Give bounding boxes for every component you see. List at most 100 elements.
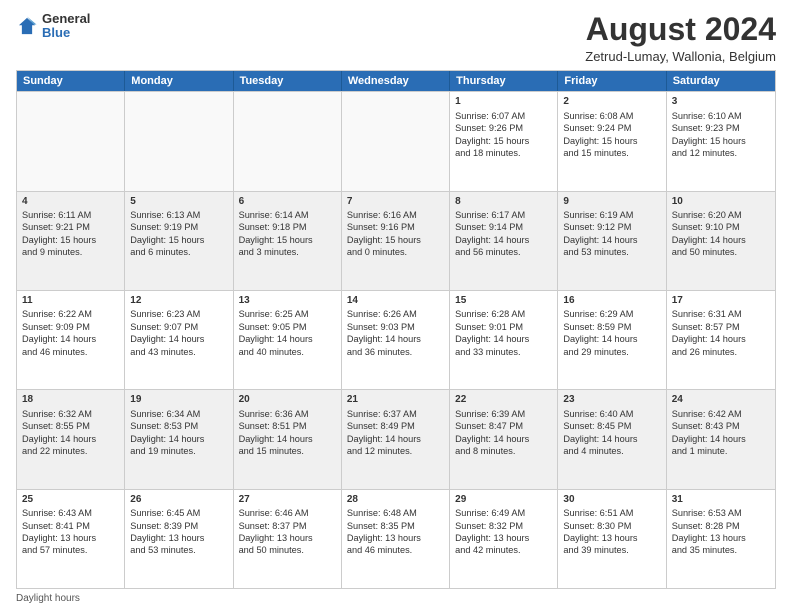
day-info: Sunrise: 6:51 AM Sunset: 8:30 PM Dayligh… [563, 508, 637, 555]
day-info: Sunrise: 6:40 AM Sunset: 8:45 PM Dayligh… [563, 409, 637, 456]
day-number: 12 [130, 294, 227, 308]
cal-cell-day-26: 26Sunrise: 6:45 AM Sunset: 8:39 PM Dayli… [125, 490, 233, 588]
cal-cell-day-19: 19 Sunrise: 6:34 AM Sunset: 8:53 PM Dayli… [125, 390, 233, 488]
cal-header-sunday: Sunday [17, 71, 125, 91]
cal-header-monday: Monday [125, 71, 233, 91]
day-info: Sunrise: 6:22 AM Sunset: 9:09 PM Dayligh… [22, 309, 96, 356]
day-number: 11 [22, 294, 119, 308]
cal-cell-day-12: 12Sunrise: 6:23 AM Sunset: 9:07 PM Dayli… [125, 291, 233, 389]
cal-week-4: 25Sunrise: 6:43 AM Sunset: 8:41 PM Dayli… [17, 489, 775, 588]
cal-cell-day-30: 30Sunrise: 6:51 AM Sunset: 8:30 PM Dayli… [558, 490, 666, 588]
day-info: Sunrise: 6:45 AM Sunset: 8:39 PM Dayligh… [130, 508, 204, 555]
logo-blue-label: Blue [42, 26, 90, 40]
cal-header-wednesday: Wednesday [342, 71, 450, 91]
day-info: Sunrise: 6:16 AM Sunset: 9:16 PM Dayligh… [347, 210, 421, 257]
day-info: Sunrise: 6:49 AM Sunset: 8:32 PM Dayligh… [455, 508, 529, 555]
cal-cell-day-8: 8Sunrise: 6:17 AM Sunset: 9:14 PM Daylig… [450, 192, 558, 290]
cal-header-tuesday: Tuesday [234, 71, 342, 91]
cal-cell-empty [342, 92, 450, 190]
logo: General Blue [16, 12, 90, 41]
cal-cell-day-5: 5Sunrise: 6:13 AM Sunset: 9:19 PM Daylig… [125, 192, 233, 290]
footer-note: Daylight hours [16, 593, 776, 604]
cal-cell-day-17: 17Sunrise: 6:31 AM Sunset: 8:57 PM Dayli… [667, 291, 775, 389]
day-info: Sunrise: 6:23 AM Sunset: 9:07 PM Dayligh… [130, 309, 204, 356]
page-title: August 2024 [585, 12, 776, 47]
day-number: 19 [130, 393, 227, 407]
cal-week-0: 1 Sunrise: 6:07 AM Sunset: 9:26 PM Daylig… [17, 91, 775, 190]
day-number: 26 [130, 493, 227, 507]
day-info: Sunrise: 6:32 AM Sunset: 8:55 PM Dayligh… [22, 409, 96, 456]
day-info: Sunrise: 6:07 AM Sunset: 9:26 PM Dayligh… [455, 111, 529, 158]
cal-cell-empty [234, 92, 342, 190]
day-number: 28 [347, 493, 444, 507]
day-number: 25 [22, 493, 119, 507]
cal-week-1: 4Sunrise: 6:11 AM Sunset: 9:21 PM Daylig… [17, 191, 775, 290]
calendar: SundayMondayTuesdayWednesdayThursdayFrid… [16, 70, 776, 589]
day-number: 2 [563, 95, 660, 109]
day-info: Sunrise: 6:29 AM Sunset: 8:59 PM Dayligh… [563, 309, 637, 356]
cal-week-3: 18 Sunrise: 6:32 AM Sunset: 8:55 PM Dayli… [17, 389, 775, 488]
day-number: 22 [455, 393, 552, 407]
day-number: 6 [239, 195, 336, 209]
day-info: Sunrise: 6:48 AM Sunset: 8:35 PM Dayligh… [347, 508, 421, 555]
day-info: Sunrise: 6:14 AM Sunset: 9:18 PM Dayligh… [239, 210, 313, 257]
day-number: 27 [239, 493, 336, 507]
day-number: 21 [347, 393, 444, 407]
calendar-header-row: SundayMondayTuesdayWednesdayThursdayFrid… [17, 71, 775, 91]
day-number: 8 [455, 195, 552, 209]
day-info: Sunrise: 6:37 AM Sunset: 8:49 PM Dayligh… [347, 409, 421, 456]
logo-general-label: General [42, 12, 90, 26]
day-number: 30 [563, 493, 660, 507]
day-number: 18 [22, 393, 119, 407]
day-info: Sunrise: 6:31 AM Sunset: 8:57 PM Dayligh… [672, 309, 746, 356]
day-number: 14 [347, 294, 444, 308]
cal-cell-day-7: 7Sunrise: 6:16 AM Sunset: 9:16 PM Daylig… [342, 192, 450, 290]
cal-cell-empty [125, 92, 233, 190]
cal-header-saturday: Saturday [667, 71, 775, 91]
page: General Blue August 2024 Zetrud-Lumay, W… [0, 0, 792, 612]
day-info: Sunrise: 6:39 AM Sunset: 8:47 PM Dayligh… [455, 409, 529, 456]
day-info: Sunrise: 6:19 AM Sunset: 9:12 PM Dayligh… [563, 210, 637, 257]
day-number: 7 [347, 195, 444, 209]
day-info: Sunrise: 6:36 AM Sunset: 8:51 PM Dayligh… [239, 409, 313, 456]
logo-text: General Blue [42, 12, 90, 41]
cal-cell-day-24: 24Sunrise: 6:42 AM Sunset: 8:43 PM Dayli… [667, 390, 775, 488]
day-info: Sunrise: 6:43 AM Sunset: 8:41 PM Dayligh… [22, 508, 96, 555]
cal-cell-day-16: 16Sunrise: 6:29 AM Sunset: 8:59 PM Dayli… [558, 291, 666, 389]
title-block: August 2024 Zetrud-Lumay, Wallonia, Belg… [585, 12, 776, 64]
cal-header-friday: Friday [558, 71, 666, 91]
day-number: 5 [130, 195, 227, 209]
day-number: 31 [672, 493, 770, 507]
cal-cell-day-23: 23Sunrise: 6:40 AM Sunset: 8:45 PM Dayli… [558, 390, 666, 488]
day-number: 4 [22, 195, 119, 209]
cal-cell-day-11: 11Sunrise: 6:22 AM Sunset: 9:09 PM Dayli… [17, 291, 125, 389]
day-info: Sunrise: 6:20 AM Sunset: 9:10 PM Dayligh… [672, 210, 746, 257]
day-info: Sunrise: 6:10 AM Sunset: 9:23 PM Dayligh… [672, 111, 746, 158]
cal-cell-day-1: 1 Sunrise: 6:07 AM Sunset: 9:26 PM Daylig… [450, 92, 558, 190]
day-number: 3 [672, 95, 770, 109]
cal-cell-day-13: 13Sunrise: 6:25 AM Sunset: 9:05 PM Dayli… [234, 291, 342, 389]
day-number: 17 [672, 294, 770, 308]
cal-cell-day-4: 4Sunrise: 6:11 AM Sunset: 9:21 PM Daylig… [17, 192, 125, 290]
day-number: 1 [455, 95, 552, 109]
cal-cell-day-27: 27Sunrise: 6:46 AM Sunset: 8:37 PM Dayli… [234, 490, 342, 588]
page-subtitle: Zetrud-Lumay, Wallonia, Belgium [585, 49, 776, 64]
cal-cell-empty [17, 92, 125, 190]
day-info: Sunrise: 6:08 AM Sunset: 9:24 PM Dayligh… [563, 111, 637, 158]
logo-icon [16, 15, 38, 37]
day-info: Sunrise: 6:34 AM Sunset: 8:53 PM Dayligh… [130, 409, 204, 456]
cal-cell-day-15: 15Sunrise: 6:28 AM Sunset: 9:01 PM Dayli… [450, 291, 558, 389]
day-number: 16 [563, 294, 660, 308]
day-number: 10 [672, 195, 770, 209]
cal-cell-day-18: 18 Sunrise: 6:32 AM Sunset: 8:55 PM Dayli… [17, 390, 125, 488]
cal-cell-day-10: 10Sunrise: 6:20 AM Sunset: 9:10 PM Dayli… [667, 192, 775, 290]
cal-cell-day-3: 3 Sunrise: 6:10 AM Sunset: 9:23 PM Daylig… [667, 92, 775, 190]
day-info: Sunrise: 6:42 AM Sunset: 8:43 PM Dayligh… [672, 409, 746, 456]
cal-cell-day-20: 20Sunrise: 6:36 AM Sunset: 8:51 PM Dayli… [234, 390, 342, 488]
cal-cell-day-31: 31Sunrise: 6:53 AM Sunset: 8:28 PM Dayli… [667, 490, 775, 588]
day-info: Sunrise: 6:13 AM Sunset: 9:19 PM Dayligh… [130, 210, 204, 257]
day-number: 13 [239, 294, 336, 308]
cal-week-2: 11Sunrise: 6:22 AM Sunset: 9:09 PM Dayli… [17, 290, 775, 389]
cal-cell-day-6: 6Sunrise: 6:14 AM Sunset: 9:18 PM Daylig… [234, 192, 342, 290]
cal-header-thursday: Thursday [450, 71, 558, 91]
